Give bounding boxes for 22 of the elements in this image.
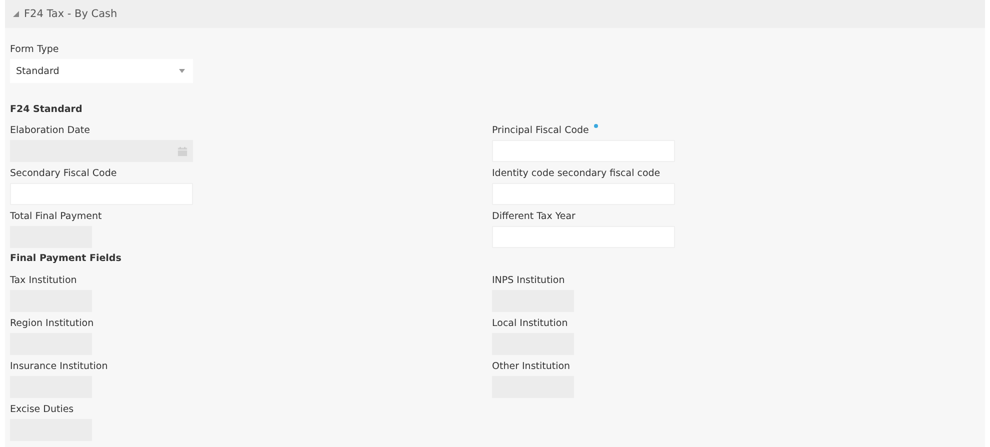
field-label: Principal Fiscal Code	[492, 124, 980, 138]
panel-title: F24 Tax - By Cash	[24, 8, 118, 20]
field-label: Excise Duties	[10, 403, 75, 417]
field-label: Form Type	[10, 43, 60, 57]
caret-icon	[179, 69, 185, 73]
calendar-icon	[177, 146, 188, 157]
field-label: Total Final Payment	[10, 210, 103, 224]
form-type-dropdown[interactable]: Standard	[10, 59, 193, 83]
field-label: Region Institution	[10, 317, 95, 331]
field-label: Local Institution	[492, 317, 569, 331]
panel-header[interactable]: F24 Tax - By Cash	[5, 0, 985, 28]
field-label: Different Tax Year	[492, 210, 576, 224]
field-label: Identity code secondary fiscal code	[492, 167, 662, 181]
collapse-icon	[13, 11, 19, 17]
field-label: INPS Institution	[492, 274, 566, 288]
field-label: Insurance Institution	[10, 360, 109, 374]
field-label: Other Institution	[492, 360, 572, 374]
field-label: Elaboration Date	[10, 124, 91, 138]
field-label: Tax Institution	[10, 274, 78, 288]
section-heading: F24 Standard	[10, 103, 84, 117]
field-label: Secondary Fiscal Code	[10, 167, 118, 181]
section-heading: Final Payment Fields	[10, 252, 122, 266]
